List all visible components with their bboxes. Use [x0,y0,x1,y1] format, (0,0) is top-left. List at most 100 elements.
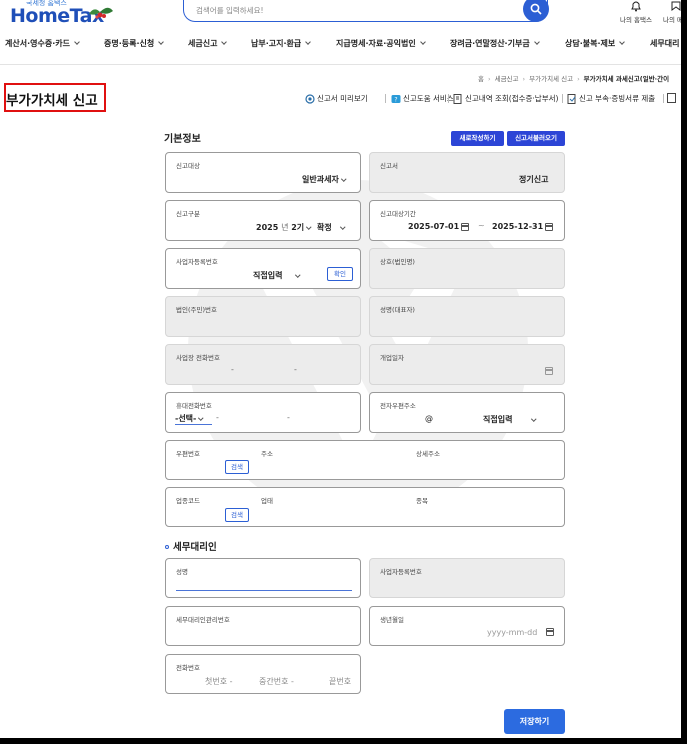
detail-address-label: 상세주소 [416,450,440,458]
category-label: 종목 [416,497,428,505]
report-form-label: 신고서 [380,162,398,170]
gnb-item-statements[interactable]: 지급명세·자료·공익법인 [336,38,426,49]
address-label: 주소 [261,450,273,458]
brn-input-mode-select[interactable]: 직접입력 [253,270,301,281]
chevron-down-icon [533,39,540,45]
agent-name-input[interactable] [176,590,352,591]
rep-name-label: 성명(대표자) [380,306,415,314]
period-start-input[interactable]: 2025-07-01 [408,222,459,231]
breadcrumb-home[interactable]: 홈 [478,75,484,83]
breadcrumb: 홈 › 세금신고 › 부가가치세 신고 › 부가가치세 과세신고(일반·간이 [478,75,670,83]
my-hometax-link[interactable]: 나의 홈택스 [620,0,652,24]
help-service-link[interactable]: ? 신고도움 서비스 [391,93,454,104]
nav-divider [0,64,681,65]
history-link[interactable]: 신고내역 조회(접수증·납부서) [453,93,558,104]
breadcrumb-tax-report[interactable]: 세금신고 [495,75,519,83]
opening-date-label: 개업일자 [380,354,404,362]
mobile-prefix-underline [175,424,212,425]
birth-date-input[interactable]: yyyy-mm-dd [487,628,537,637]
save-button[interactable]: 저장하기 [504,709,565,734]
report-target-select[interactable]: 신고대상 일반과세자 [165,152,361,193]
phone-first-input[interactable]: 첫번호 - [205,676,233,687]
chevron-down-icon [295,271,301,277]
industry-field: 업종코드 업태 종목 검색 [165,487,565,527]
report-form-field: 신고서 정기신고 [369,152,565,193]
report-type-field: 신고구분 2025 년 2기 확정 [165,200,361,241]
preview-link[interactable]: 신고서 미리보기 [305,93,368,104]
report-form-value: 정기신고 [519,175,549,184]
chevron-down-icon [619,39,626,45]
chevron-down-icon [221,39,228,45]
report-type-label: 신고구분 [176,210,200,218]
agent-brn-label: 사업자등록번호 [380,568,422,576]
new-report-button[interactable]: 새로작성하기 [451,131,504,146]
mobile-prefix-select[interactable]: -선택- [175,413,204,424]
birth-date-field[interactable]: 생년월일 yyyy-mm-dd [369,606,565,646]
business-type-label: 업태 [261,497,273,505]
calendar-icon[interactable] [546,628,554,636]
divider [562,94,563,103]
agent-phone-field: 전화번호 첫번호 - 중간번호 - 끝번호 [165,654,361,694]
load-report-button[interactable]: 신고서불러오기 [507,131,565,146]
brn-label: 사업자등록번호 [176,258,218,266]
biz-phone-label: 사업장 전화번호 [176,354,220,362]
industry-search-button[interactable]: 검색 [225,508,249,522]
global-nav: 계산서·영수증·카드 증명·등록·신청 세금신고 납부·고지·환급 지급명세·자… [0,34,681,58]
agent-mgmt-number-field[interactable]: 세무대리인관리번호 [165,606,361,646]
agent-name-label: 성명 [176,568,188,576]
gnb-item-agent[interactable]: 세무대리 [650,38,679,49]
svg-text:?: ? [394,96,397,103]
divider [663,94,664,103]
search-button[interactable] [523,0,549,22]
agent-mgmt-no-label: 세무대리인관리번호 [176,616,230,624]
report-kind-select[interactable]: 확정 [317,222,345,233]
breadcrumb-vat[interactable]: 부가가치세 신고 [529,75,573,83]
divider [385,94,386,103]
business-phone-field: 사업장 전화번호 - - [165,344,361,385]
user-icon [671,1,681,11]
attach-icon [567,93,576,104]
mobile-label: 휴대전화번호 [176,402,212,410]
email-at: @ [425,414,433,423]
gnb-item-certificates[interactable]: 증명·등록·신청 [104,38,165,49]
divider [448,94,449,103]
chevron-down-icon [306,223,312,229]
agent-name-field[interactable]: 성명 [165,558,361,598]
gnb-item-incentives[interactable]: 장려금·연말정산·기부금 [450,38,540,49]
my-menu-link[interactable]: 나의 메뉴 [663,0,681,24]
calendar-icon[interactable] [545,223,553,231]
brn-confirm-button[interactable]: 확인 [327,267,353,281]
chevron-down-icon [305,39,312,45]
phone-dash: - [287,413,290,422]
more-link[interactable] [667,93,678,103]
phone-dash: - [294,365,297,374]
gnb-item-tax-report[interactable]: 세금신고 [188,38,228,49]
report-target-label: 신고대상 [176,162,200,170]
agent-section-title: 세무대리인 [165,539,217,553]
birth-label: 생년월일 [380,616,404,624]
search-input[interactable]: 검색어를 입력하세요! [183,0,549,22]
phone-last-input[interactable]: 끝번호 [329,676,351,687]
gnb-item-receipts[interactable]: 계산서·영수증·카드 [5,38,80,49]
gnb-item-consult[interactable]: 상담·불복·제보 [565,38,626,49]
calendar-icon[interactable] [461,223,469,231]
email-domain-select[interactable]: 직접입력 [483,414,537,425]
report-period-field: 신고대상기간 2025-07-01 ~ 2025-12-31 [369,200,565,241]
phone-mid-input[interactable]: 중간번호 - [259,676,294,687]
corp-no-label: 법인(주민)번호 [176,306,217,314]
bell-icon [631,1,641,12]
period-end-input[interactable]: 2025-12-31 [492,222,543,231]
basic-info-title: 기본정보 [164,134,201,145]
gnb-item-payment[interactable]: 납부·고지·환급 [251,38,312,49]
search-placeholder: 검색어를 입력하세요! [196,6,264,15]
email-label: 전자우편주소 [380,402,416,410]
report-year-select[interactable]: 2025 년 2기 [256,222,312,233]
chevron-down-icon [198,414,204,420]
holly-decoration-icon [89,7,113,19]
zip-search-button[interactable]: 검색 [225,460,249,474]
phone-dash: - [231,365,234,374]
company-label: 상호(법인명) [380,258,415,266]
attach-link[interactable]: 신고 부속·증빙서류 제출 [567,93,655,104]
calendar-icon [545,367,553,375]
more-icon [667,93,676,103]
